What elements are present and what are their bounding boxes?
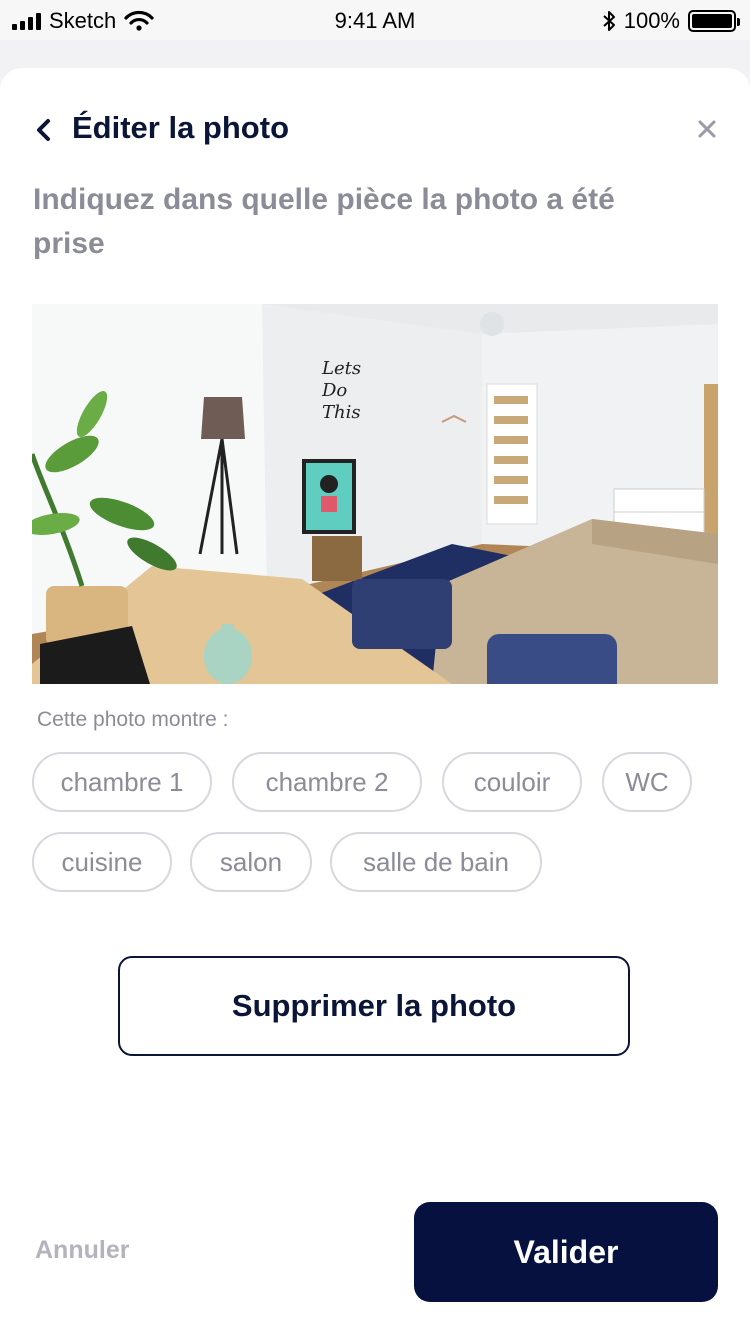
room-chip-couloir[interactable]: couloir <box>442 752 582 812</box>
room-chip-cuisine[interactable]: cuisine <box>32 832 172 892</box>
instruction-text: Indiquez dans quelle pièce la photo a ét… <box>33 183 615 260</box>
room-chip-chambre-2[interactable]: chambre 2 <box>232 752 422 812</box>
chevron-left-icon[interactable] <box>32 114 56 146</box>
room-photo-illustration: Lets Do This <box>32 304 718 684</box>
svg-text:Do: Do <box>321 380 347 401</box>
validate-button[interactable]: Valider <box>414 1202 718 1302</box>
svg-text:Lets: Lets <box>321 358 361 379</box>
room-picker-label: Cette photo montre : <box>37 708 229 731</box>
room-chip-salon[interactable]: salon <box>190 832 312 892</box>
status-right: 100% <box>602 8 740 34</box>
room-photo: Lets Do This <box>32 304 718 684</box>
delete-photo-button[interactable]: Supprimer la photo <box>118 956 630 1056</box>
page-title: Éditer la photo <box>72 110 289 145</box>
sheet-header: Éditer la photo <box>32 110 722 150</box>
bluetooth-icon <box>603 11 615 31</box>
status-bar: Sketch 9:41 AM 100% <box>0 0 750 40</box>
room-chip-chambre-1[interactable]: chambre 1 <box>32 752 212 812</box>
edit-photo-sheet: Éditer la photo Indiquez dans quelle piè… <box>0 68 750 1334</box>
room-chip-salle-de-bain[interactable]: salle de bain <box>330 832 542 892</box>
battery-percent: 100% <box>623 8 680 33</box>
svg-text:This: This <box>322 402 361 423</box>
battery-icon <box>688 10 740 32</box>
close-icon[interactable] <box>692 114 722 144</box>
cancel-button[interactable]: Annuler <box>35 1236 129 1265</box>
room-chip-wc[interactable]: WC <box>602 752 692 812</box>
